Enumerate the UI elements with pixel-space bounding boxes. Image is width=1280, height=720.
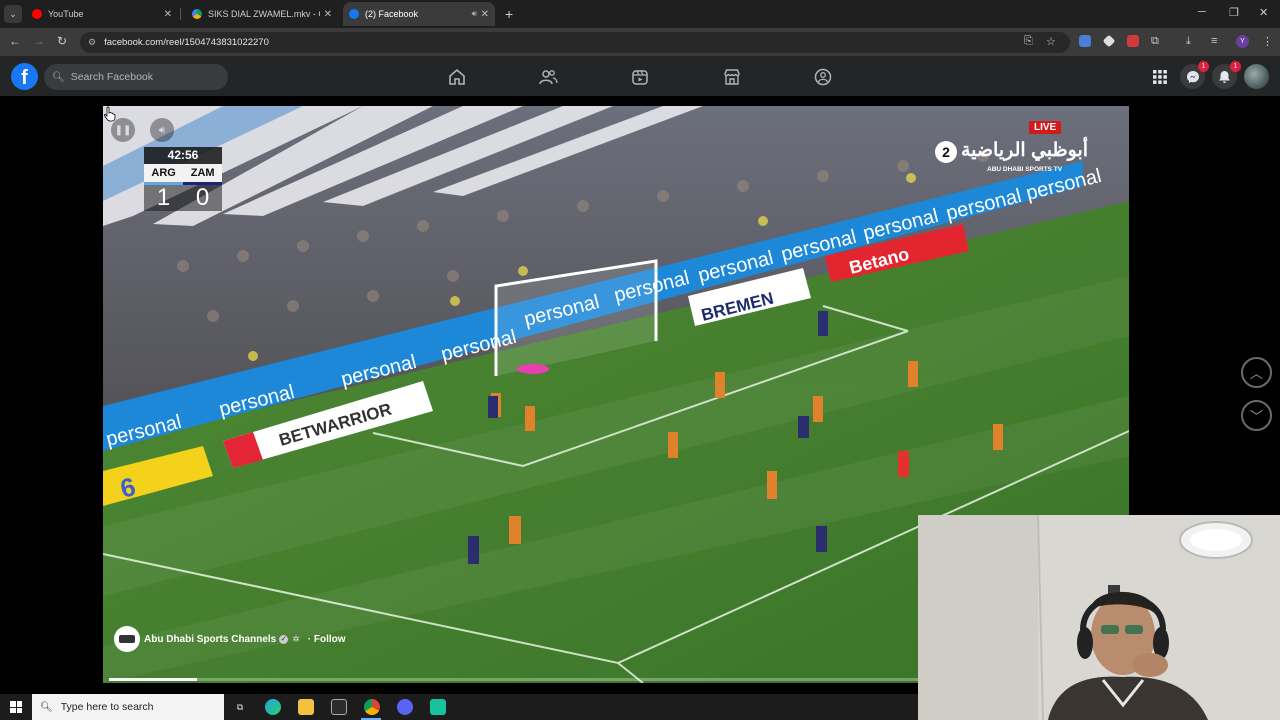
url-text: facebook.com/reel/1504743831022270 (104, 37, 269, 48)
facebook-icon (349, 9, 359, 19)
away-team: ZAM (190, 167, 215, 179)
extensions-puzzle-icon[interactable]: ⧉ (1151, 35, 1159, 48)
youtube-icon (32, 9, 42, 19)
uploader-name[interactable]: Abu Dhabi Sports Channels (144, 634, 276, 645)
score-goals: 1 0 (144, 184, 222, 211)
downloads-icon[interactable]: ⤓ (1186, 35, 1191, 48)
media-controls-icon[interactable]: ≡ (1211, 35, 1217, 47)
marketplace-icon[interactable] (722, 67, 742, 87)
windows-start-icon[interactable] (10, 701, 22, 713)
follow-button[interactable]: · Follow (308, 634, 346, 645)
search-icon: 🔍︎ (52, 71, 65, 83)
taskbar-search-placeholder: Type here to search (60, 701, 154, 713)
settings-icon: ✲ (292, 633, 300, 644)
messenger-badge: 1 (1198, 61, 1209, 72)
back-icon[interactable]: ← (9, 34, 21, 48)
broadcaster-logo: 2 أبوظبي الرياضية ABU DHABI SPORTS TV (935, 139, 1088, 177)
tab-close-icon[interactable]: ✕ (164, 9, 172, 20)
microsoft-store-icon[interactable] (331, 699, 347, 715)
facebook-logo-icon[interactable]: f (11, 63, 38, 90)
webcam-overlay (918, 515, 1280, 720)
tab-audio-icon[interactable]: 🔊︎ (472, 9, 477, 19)
match-clock: 42:56 (144, 147, 222, 164)
menu-grid-icon[interactable] (1147, 64, 1172, 89)
messenger-icon (1186, 70, 1199, 83)
extension-diamond-icon[interactable] (1102, 34, 1116, 48)
channel-arabic-name: أبوظبي الرياضية (961, 140, 1089, 161)
close-window-icon[interactable]: ✕ (1259, 6, 1268, 19)
app-icon[interactable] (430, 699, 446, 715)
profile-avatar-icon[interactable]: Y (1236, 35, 1249, 48)
extension-red-icon[interactable] (1127, 35, 1139, 47)
chevron-down-icon: ﹀ (1249, 409, 1263, 424)
forward-icon[interactable]: → (33, 34, 45, 48)
tab-google-drive[interactable]: SIKS DIAL ZWAMEL.mkv - Goog ✕ (186, 2, 338, 26)
translate-extension-icon[interactable] (1079, 35, 1091, 47)
tab-youtube[interactable]: YouTube ✕ (26, 2, 178, 26)
notifications-button[interactable]: 1 (1212, 61, 1241, 89)
chrome-icon[interactable] (364, 699, 380, 715)
search-placeholder: Search Facebook (70, 71, 154, 83)
home-icon[interactable] (447, 67, 467, 87)
webcam-person-image (918, 515, 1280, 720)
tab-divider (180, 8, 181, 20)
task-view-icon[interactable]: ⧉ (232, 699, 248, 715)
new-tab-button[interactable]: + (505, 6, 513, 22)
previous-reel-button[interactable]: ︿ (1241, 357, 1272, 388)
video-progress-fill (109, 678, 198, 681)
next-reel-button[interactable]: ﹀ (1241, 400, 1272, 431)
google-drive-icon (192, 9, 202, 19)
tab-search-button[interactable]: ⌄ (4, 5, 22, 23)
channel-english-name: ABU DHABI SPORTS TV (987, 166, 1063, 173)
account-avatar[interactable] (1244, 64, 1269, 89)
volume-icon[interactable]: 🔊︎ (150, 118, 174, 142)
file-explorer-icon[interactable] (298, 699, 314, 715)
channel-number: 2 (935, 141, 957, 163)
address-bar[interactable]: ⚙ facebook.com/reel/1504743831022270 (80, 32, 1070, 53)
restore-icon[interactable]: ❐ (1229, 6, 1239, 19)
bookmark-star-icon[interactable]: ☆ (1046, 35, 1056, 48)
tab-title: (2) Facebook (365, 9, 419, 19)
minimize-icon[interactable]: ─ (1198, 6, 1206, 18)
reload-icon[interactable]: ↻ (57, 34, 67, 48)
home-team: ARG (151, 167, 176, 179)
notifications-badge: 1 (1230, 61, 1241, 72)
messenger-button[interactable]: 1 (1180, 61, 1209, 89)
hand-cursor-icon (103, 106, 116, 122)
home-score: 1 (156, 184, 171, 211)
away-score: 0 (195, 184, 210, 211)
browser-menu-icon[interactable]: ⋮ (1262, 35, 1273, 48)
score-teams: ARG ZAM (144, 164, 222, 182)
taskbar-search-input[interactable]: 🔍︎ Type here to search (32, 694, 224, 720)
tab-title: YouTube (48, 9, 84, 19)
tab-close-icon[interactable]: ✕ (481, 9, 489, 20)
edge-browser-icon[interactable] (265, 699, 281, 715)
discord-icon[interactable] (397, 699, 413, 715)
search-icon: 🔍︎ (40, 701, 53, 713)
install-app-icon[interactable]: ⎘ (1024, 35, 1033, 48)
scoreboard: 42:56 ARG ZAM 1 0 (144, 147, 222, 211)
browser-toolbar: ← → ↻ ⚙ facebook.com/reel/15047438310222… (0, 28, 1280, 56)
groups-icon[interactable] (813, 67, 833, 87)
site-info-icon[interactable]: ⚙ (88, 37, 96, 48)
tab-title: SIKS DIAL ZWAMEL.mkv - Goog (208, 9, 320, 19)
windows-taskbar: 🔍︎ Type here to search ⧉ (0, 694, 918, 720)
friends-icon[interactable] (538, 67, 558, 87)
browser-tab-strip: ⌄ YouTube ✕ SIKS DIAL ZWAMEL.mkv - Goog … (0, 0, 1280, 28)
verified-badge-icon: ✓ (279, 634, 289, 644)
uploader-avatar[interactable] (114, 626, 140, 652)
facebook-header: f 🔍︎ Search Facebook 1 1 (0, 56, 1280, 96)
live-badge: LIVE (1029, 121, 1062, 134)
tab-facebook[interactable]: (2) Facebook 🔊︎ ✕ (343, 2, 495, 26)
reel-uploader: Abu Dhabi Sports Channels ✓ ✲ · Follow (114, 626, 346, 652)
facebook-search-input[interactable]: 🔍︎ Search Facebook (44, 64, 228, 90)
chevron-up-icon: ︿ (1249, 366, 1263, 381)
bell-icon (1219, 70, 1230, 83)
video-icon[interactable] (630, 67, 650, 87)
tab-close-icon[interactable]: ✕ (324, 9, 332, 20)
